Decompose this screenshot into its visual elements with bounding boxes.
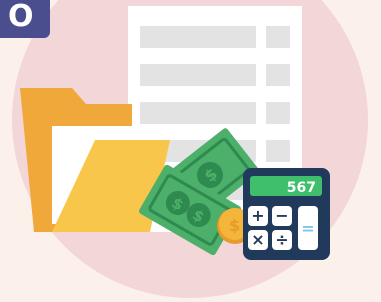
corner-tag: O — [0, 0, 50, 38]
calc-key-equals-label: = — [301, 219, 314, 238]
calc-key-plus-label: + — [251, 206, 264, 225]
calc-key-multiply-label: × — [251, 230, 264, 249]
svg-text:$: $ — [229, 216, 240, 235]
calculator-icon: 567 + − × ÷ = — [243, 168, 330, 260]
calc-key-minus-label: − — [275, 206, 288, 225]
corner-tag-text: O — [8, 0, 34, 34]
finance-illustration: O $ $ $ $ 567 + − × ÷ = — [0, 0, 368, 298]
calculator-display: 567 — [287, 180, 316, 196]
calc-key-divide-label: ÷ — [275, 230, 288, 249]
